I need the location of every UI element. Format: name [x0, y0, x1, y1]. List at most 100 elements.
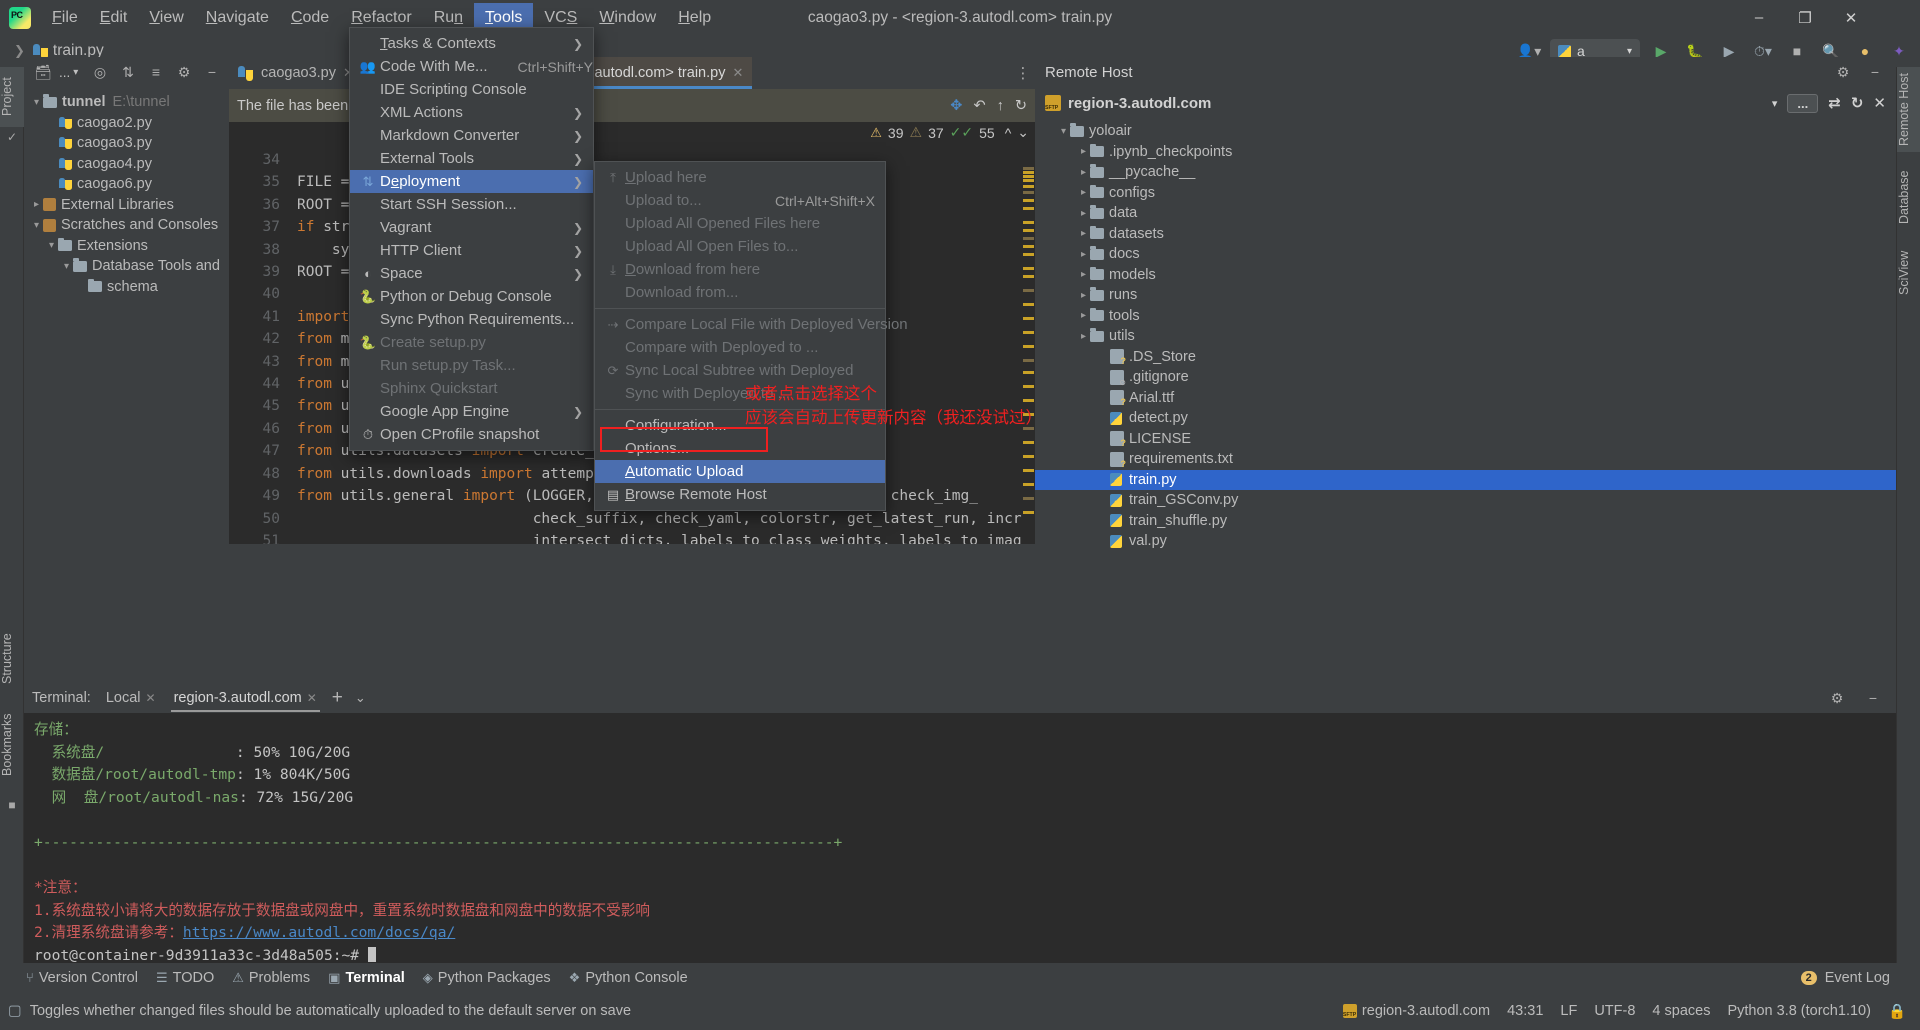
inspection-marker[interactable] [1023, 317, 1034, 320]
chevron-right-icon[interactable]: ▸ [1077, 187, 1090, 198]
editor-tab[interactable]: caogao3.py✕ [229, 57, 363, 89]
inspection-marker[interactable] [1023, 191, 1034, 194]
remote-tree-row[interactable]: train_shuffle.py [1035, 511, 1896, 532]
inspection-marker[interactable] [1023, 385, 1034, 388]
inspection-marker[interactable] [1023, 253, 1034, 256]
chevron-right-icon[interactable]: ▸ [30, 199, 43, 210]
terminal-output[interactable]: 存储： 系统盘/ : 50% 10G/20G 数据盘/root/autodl-t… [24, 713, 1896, 968]
bottom-tab-python-console[interactable]: ❖ Python Console [569, 970, 688, 986]
chevron-down-icon[interactable]: ▾ [30, 97, 43, 108]
project-tree-row[interactable]: ▾ Extensions [24, 236, 229, 257]
tools-menu-item-deployment[interactable]: ⇅ Deployment ❯ [350, 170, 593, 193]
inspection-marker[interactable] [1023, 469, 1034, 472]
tools-menu-item-google-app-engine[interactable]: Google App Engine ❯ [350, 400, 593, 423]
remote-tree-row[interactable]: ▸ data [1035, 203, 1896, 224]
inspection-marker[interactable] [1023, 175, 1034, 178]
inspection-marker[interactable] [1023, 399, 1034, 402]
inspection-marker[interactable] [1023, 331, 1034, 334]
remote-tree-row[interactable]: ▸ configs [1035, 183, 1896, 204]
inspection-marker[interactable] [1023, 237, 1034, 240]
locate-icon[interactable]: ◎ [87, 60, 113, 84]
new-terminal-button[interactable]: + [332, 687, 343, 709]
inspection-marker[interactable] [1023, 289, 1034, 292]
tools-menu-item-start-ssh-session[interactable]: Start SSH Session... [350, 193, 593, 216]
bottom-tab-problems[interactable]: ⚠ Problems [232, 970, 310, 986]
tools-menu-item-open-cprofile-snapshot[interactable]: ⏱ Open CProfile snapshot [350, 423, 593, 446]
remote-server-row[interactable]: region-3.autodl.com ▾ ... ⇄ ↻ ✕ [1035, 87, 1896, 119]
strip-bookmarks-label[interactable]: Bookmarks [0, 707, 24, 783]
inspection-marker[interactable] [1023, 359, 1034, 362]
terminal-options-icon[interactable]: ⌄ [355, 690, 366, 706]
chevron-down-icon[interactable]: ▾ [1772, 97, 1778, 110]
remote-tree-row[interactable]: ▸ models [1035, 265, 1896, 286]
project-tree-row[interactable]: caogao4.py [24, 154, 229, 175]
tools-menu-item-ide-scripting-console[interactable]: IDE Scripting Console [350, 78, 593, 101]
event-log-area[interactable]: 2 Event Log [1800, 970, 1920, 986]
inspection-marker[interactable] [1023, 511, 1034, 514]
remote-tree-row[interactable]: .DS_Store [1035, 347, 1896, 368]
project-view-icon[interactable]: 🗃 [30, 60, 56, 84]
remote-tree-row[interactable]: .gitignore [1035, 367, 1896, 388]
status-caret-position[interactable]: 43:31 [1507, 1003, 1543, 1019]
inspection-marker[interactable] [1023, 207, 1034, 210]
close-icon[interactable]: ✕ [732, 65, 743, 81]
tools-menu-item-python-or-debug-console[interactable]: 🐍 Python or Debug Console [350, 285, 593, 308]
project-view-selector[interactable]: ... ▾ [59, 65, 78, 80]
chevron-right-icon[interactable]: ▸ [1077, 208, 1090, 219]
project-tree-row[interactable]: caogao3.py [24, 133, 229, 154]
project-tree-row[interactable]: caogao2.py [24, 113, 229, 134]
tools-menu-item-space[interactable]: ◐ Space ❯ [350, 262, 593, 285]
refresh-icon[interactable]: ↻ [1015, 98, 1027, 114]
project-tree-row[interactable]: ▾ Scratches and Consoles [24, 215, 229, 236]
upload-icon[interactable]: ↑ [997, 98, 1004, 114]
close-icon[interactable]: ✕ [1873, 94, 1886, 112]
minimize-button[interactable]: – [1736, 0, 1782, 35]
inspection-marker[interactable] [1023, 303, 1034, 306]
editor-tab-options-icon[interactable]: ⋮ [1011, 57, 1035, 89]
tools-menu-item-external-tools[interactable]: External Tools ❯ [350, 147, 593, 170]
tools-menu-item-markdown-converter[interactable]: Markdown Converter ❯ [350, 124, 593, 147]
status-server[interactable]: region-3.autodl.com [1342, 1003, 1490, 1019]
project-tree-row[interactable]: ▾ tunnel E:\tunnel [24, 92, 229, 113]
terminal-tab-local[interactable]: Local ✕ [103, 685, 159, 711]
menu-file[interactable]: File [41, 3, 89, 33]
strip-sciview-label[interactable]: SciView [1897, 242, 1920, 304]
inspection-marker[interactable] [1023, 483, 1034, 486]
close-icon[interactable]: ✕ [307, 691, 317, 705]
inspection-marker[interactable] [1023, 441, 1034, 444]
next-problem-icon[interactable]: ⌄ [1017, 124, 1029, 141]
commit-icon[interactable]: ✓ [4, 129, 20, 145]
inspection-marker[interactable] [1023, 171, 1034, 174]
settings-gear-icon[interactable]: ⚙ [1824, 686, 1850, 710]
inspection-marker[interactable] [1023, 345, 1034, 348]
deployment-menu-item-automatic-upload[interactable]: Automatic Upload [595, 460, 885, 483]
inspection-marker[interactable] [1023, 371, 1034, 374]
remote-tree-row[interactable]: train_GSConv.py [1035, 490, 1896, 511]
chevron-right-icon[interactable]: ▸ [1077, 331, 1090, 342]
remote-tree-row[interactable]: LICENSE [1035, 429, 1896, 450]
inspection-marker[interactable] [1023, 455, 1034, 458]
bottom-tab-python-packages[interactable]: ◈ Python Packages [423, 970, 551, 986]
remote-tree-row[interactable]: ▾ yoloair [1035, 121, 1896, 142]
status-indent[interactable]: 4 spaces [1652, 1003, 1710, 1019]
chevron-right-icon[interactable]: ▸ [1077, 146, 1090, 157]
maximize-button[interactable]: ❐ [1782, 0, 1828, 35]
chevron-down-icon[interactable]: ▾ [45, 240, 58, 251]
bottom-tab-version-control[interactable]: ⑂ Version Control [26, 970, 138, 986]
tools-menu-item-sync-python-requirements[interactable]: Sync Python Requirements... [350, 308, 593, 331]
terminal-tab-remote[interactable]: region-3.autodl.com ✕ [170, 685, 321, 712]
inspection-marker[interactable] [1023, 221, 1034, 224]
hide-panel-icon[interactable]: − [1862, 60, 1888, 84]
inspection-marker[interactable] [1023, 179, 1034, 182]
browse-config-button[interactable]: ... [1787, 93, 1819, 113]
bottom-tab-terminal[interactable]: ▣ Terminal [328, 970, 405, 986]
chevron-right-icon[interactable]: ▸ [1077, 249, 1090, 260]
settings-gear-icon[interactable]: ⚙ [1830, 60, 1856, 84]
collapse-all-icon[interactable]: ⇅ [115, 60, 141, 84]
chevron-down-icon[interactable]: ▾ [30, 220, 43, 231]
remote-tree-row[interactable]: val.py [1035, 531, 1896, 552]
tools-menu-item-tasks-contexts[interactable]: Tasks & Contexts ❯ [350, 32, 593, 55]
sync-icon[interactable]: ⇄ [1828, 94, 1841, 112]
menu-code[interactable]: Code [280, 3, 340, 33]
tools-menu-item-vagrant[interactable]: Vagrant ❯ [350, 216, 593, 239]
